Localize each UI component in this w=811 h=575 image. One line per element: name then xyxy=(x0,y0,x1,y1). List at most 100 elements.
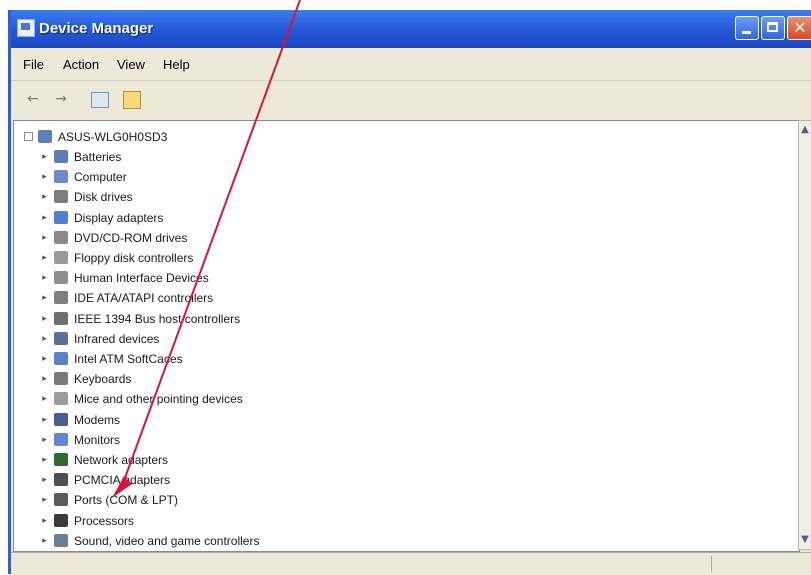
tree-item-label: Mice and other pointing devices xyxy=(74,392,243,407)
ieee1394-icon xyxy=(54,311,68,325)
close-button[interactable]: ✕ xyxy=(787,16,811,40)
tree-item-label: Sound, video and game controllers xyxy=(74,533,260,548)
tree-item-label: Keyboards xyxy=(74,372,132,387)
tree-item[interactable]: ▸ Floppy disk controllers xyxy=(40,248,460,268)
tree-item[interactable]: ▸ Network adapters xyxy=(40,450,460,470)
tree-item-label: Processors xyxy=(74,513,135,528)
sound-controller-icon xyxy=(54,533,68,547)
expand-icon[interactable]: ▸ xyxy=(40,434,49,444)
tree-item[interactable]: ▸ Monitors xyxy=(40,430,460,450)
pcmcia-icon xyxy=(54,473,68,487)
tree-item-label: Monitors xyxy=(74,432,121,447)
expand-icon[interactable]: ▸ xyxy=(40,495,49,504)
expand-icon[interactable]: ▸ xyxy=(40,172,49,181)
tree-item-label: Network adapters xyxy=(74,453,169,467)
vertical-scrollbar[interactable]: ▲ ▼ xyxy=(798,120,811,550)
tree-item[interactable]: ▸ Mice and other pointing devices xyxy=(40,389,460,409)
tree-item[interactable]: ▸ Keyboards xyxy=(40,369,460,389)
expand-icon[interactable]: ▸ xyxy=(40,475,49,484)
collapse-toggle[interactable] xyxy=(24,132,33,141)
tree-item-label: Floppy disk controllers xyxy=(74,251,194,265)
tree-item[interactable]: ▸ IDE ATA/ATAPI controllers xyxy=(40,288,460,308)
expand-icon[interactable]: ▸ xyxy=(40,253,49,262)
ide-controller-icon xyxy=(54,291,68,305)
infrared-icon xyxy=(54,331,68,345)
disk-drive-icon xyxy=(54,190,68,204)
tree-item[interactable]: ▸ Computer xyxy=(40,167,460,187)
forward-arrow-icon[interactable]: → xyxy=(51,89,71,109)
tree-item-label: Ports (COM & LPT) xyxy=(74,493,179,508)
expand-icon[interactable]: ▸ xyxy=(40,273,49,282)
scroll-up-icon[interactable]: ▲ xyxy=(799,123,811,137)
hid-icon xyxy=(54,271,68,285)
status-cell xyxy=(711,556,811,572)
tree-item[interactable]: ▸ Ports (COM & LPT) xyxy=(40,490,460,510)
menu-view[interactable]: View xyxy=(117,57,145,72)
scroll-down-icon[interactable]: ▼ xyxy=(799,533,811,547)
expand-icon[interactable]: ▸ xyxy=(40,354,49,363)
computer-icon xyxy=(38,130,52,143)
expand-icon[interactable]: ▸ xyxy=(40,535,49,545)
tree-item-label: Computer xyxy=(74,170,127,185)
expand-icon[interactable]: ▸ xyxy=(40,394,49,403)
tree-item[interactable]: ▸ Processors xyxy=(40,511,460,531)
tree-item-label: Batteries xyxy=(74,150,122,164)
expand-icon[interactable]: ▸ xyxy=(40,232,49,242)
menu-bar: File Action View Help xyxy=(11,50,811,78)
network-adapter-icon xyxy=(54,453,68,466)
tree-item[interactable]: ▸ Sound, video and game controllers xyxy=(40,531,460,551)
title-bar[interactable]: Device Manager ✕ xyxy=(11,10,811,48)
tree-item-label: DVD/CD-ROM drives xyxy=(74,230,188,245)
expand-icon[interactable]: ▸ xyxy=(40,515,49,525)
mouse-icon xyxy=(54,392,68,406)
processor-icon xyxy=(54,513,68,527)
tree-item[interactable]: ▸ PCMCIA adapters xyxy=(40,470,460,490)
intel-atm-icon xyxy=(54,352,68,365)
menu-file[interactable]: File xyxy=(23,57,44,72)
expand-icon[interactable]: ▸ xyxy=(40,333,49,343)
computer-icon xyxy=(54,170,68,184)
tree-item[interactable]: ▸ Disk drives xyxy=(40,187,460,207)
maximize-button[interactable] xyxy=(761,16,785,40)
menu-help[interactable]: Help xyxy=(163,57,190,72)
tree-item[interactable]: ▸ Batteries xyxy=(40,147,460,167)
expand-icon[interactable]: ▸ xyxy=(40,313,49,323)
expand-icon[interactable]: ▸ xyxy=(40,212,49,222)
tree-item[interactable]: ▸ Intel ATM SoftCaces xyxy=(40,349,460,369)
device-tree[interactable]: ASUS-WLG0H0SD3 ▸ Batteries ▸ Computer ▸ Disk … xyxy=(13,120,800,552)
tree-item[interactable]: ▸ Modems xyxy=(40,410,460,430)
show-hide-console-tree-icon[interactable] xyxy=(91,92,109,108)
display-adapter-icon xyxy=(54,210,68,224)
expand-icon[interactable]: ▸ xyxy=(40,374,49,383)
back-arrow-icon[interactable]: ← xyxy=(23,89,43,109)
device-manager-window: Device Manager ✕ File Action View Help ←… xyxy=(8,10,811,575)
expand-icon[interactable]: ▸ xyxy=(40,455,49,464)
tree-item[interactable]: ▸ Display adapters xyxy=(40,208,460,228)
window-title: Device Manager xyxy=(39,20,154,37)
keyboard-icon xyxy=(54,372,68,386)
expand-icon[interactable]: ▸ xyxy=(40,414,49,424)
battery-icon xyxy=(54,150,68,163)
expand-icon[interactable]: ▸ xyxy=(40,192,49,201)
tree-item-label: IDE ATA/ATAPI controllers xyxy=(74,291,214,306)
tree-item-label: Intel ATM SoftCaces xyxy=(74,352,183,366)
tree-item-label: Display adapters xyxy=(74,210,164,225)
properties-icon[interactable] xyxy=(123,91,141,109)
tree-item-label: IEEE 1394 Bus host controllers xyxy=(74,311,241,326)
menu-action[interactable]: Action xyxy=(63,57,99,72)
status-bar xyxy=(11,552,811,575)
expand-icon[interactable]: ▸ xyxy=(40,293,49,302)
minimize-button[interactable] xyxy=(735,16,759,40)
tree-item[interactable]: ▸ Infrared devices xyxy=(40,329,460,349)
tree-item[interactable]: ▸ DVD/CD-ROM drives xyxy=(40,228,460,248)
expand-icon[interactable]: ▸ xyxy=(40,152,49,161)
monitor-icon xyxy=(54,432,68,446)
toolbar: ← → xyxy=(11,80,811,117)
tree-item-label: PCMCIA adapters xyxy=(74,473,171,488)
tree-root[interactable]: ASUS-WLG0H0SD3 xyxy=(24,127,324,147)
tree-item[interactable]: ▸ IEEE 1394 Bus host controllers xyxy=(40,309,460,329)
dvd-drive-icon xyxy=(54,230,68,244)
tree-item-label: Infrared devices xyxy=(74,331,160,346)
floppy-controller-icon xyxy=(54,251,68,264)
tree-item[interactable]: ▸ Human Interface Devices xyxy=(40,268,460,288)
